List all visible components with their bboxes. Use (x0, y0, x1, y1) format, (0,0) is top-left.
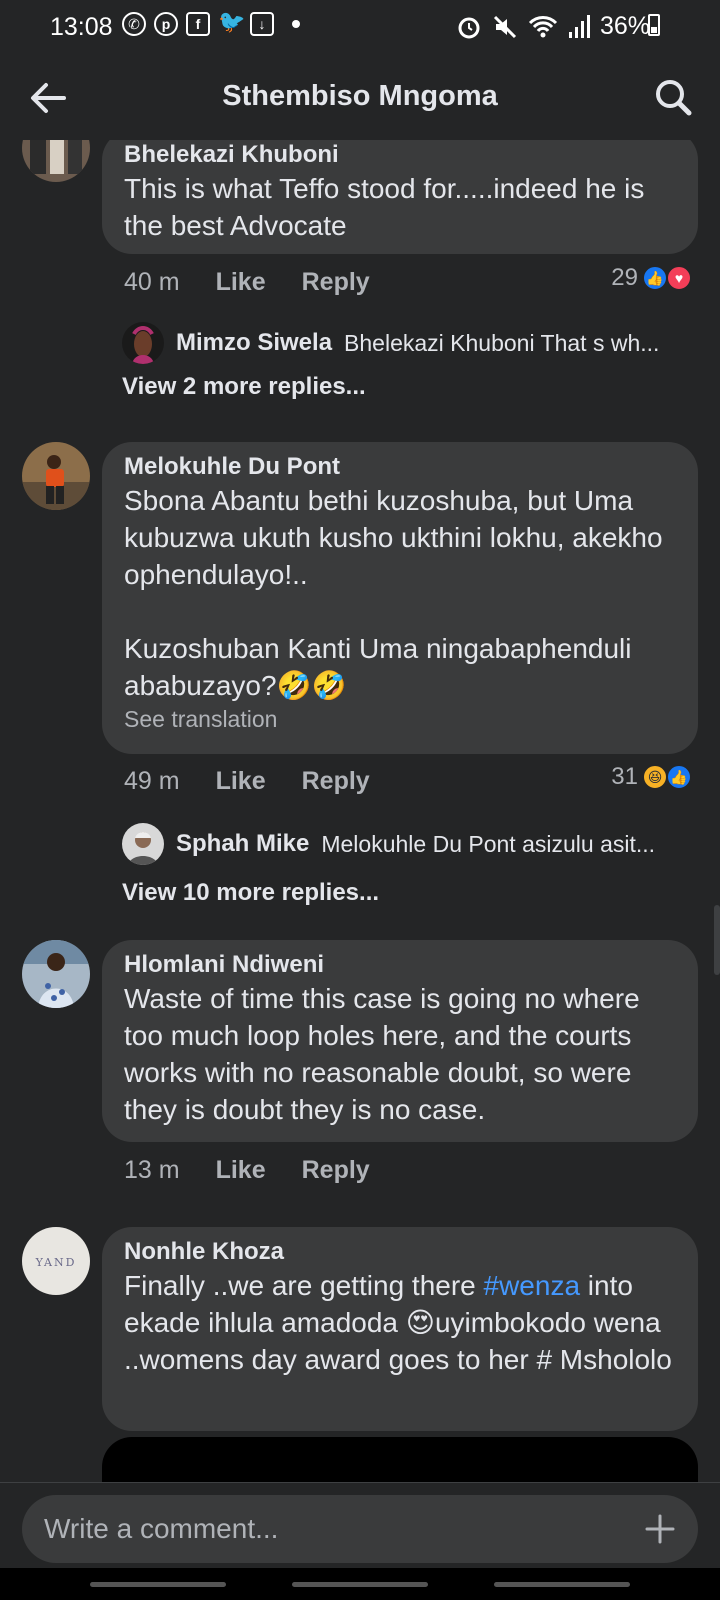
comment-time: 49 m (124, 767, 180, 795)
mute-icon (493, 15, 517, 38)
system-navigation-bar (0, 1568, 720, 1600)
notification-icons: ✆ p f 🐦 ↓ (122, 9, 300, 36)
top-app-bar: Sthembiso Mngoma (0, 54, 720, 140)
haha-reaction-icon: 😆 (642, 764, 668, 790)
comment-author[interactable]: Hlomlani Ndiweni (124, 950, 676, 980)
svg-text:YAND: YAND (35, 1256, 77, 1269)
comment-bubble[interactable]: Bhelekazi Khuboni This is what Teffo sto… (102, 140, 698, 254)
comment-bubble[interactable]: Nonhle Khoza Finally ..we are getting th… (102, 1227, 698, 1431)
like-reaction-icon: 👍 (642, 265, 668, 291)
status-bar: 13:08 ✆ p f 🐦 ↓ 36% (0, 0, 720, 54)
whatsapp-icon: ✆ (122, 12, 146, 36)
plus-icon[interactable] (644, 1513, 676, 1545)
view-more-replies-link[interactable]: View 10 more replies... (122, 879, 379, 907)
avatar[interactable]: YAND (22, 1227, 90, 1295)
battery-icon (648, 14, 660, 36)
reaction-count: 31 (611, 763, 638, 790)
reply-button[interactable]: Reply (302, 268, 370, 297)
comment-actions: 49 m Like Reply (124, 767, 370, 796)
system-icons: 36% (456, 12, 650, 41)
signal-icon (568, 14, 590, 38)
reply-button[interactable]: Reply (302, 1156, 370, 1185)
comment-text-part: Finally ..we are getting there (124, 1270, 484, 1301)
reply-preview[interactable]: Sphah Mike Melokuhle Du Pont asizulu asi… (122, 823, 692, 865)
love-reaction-icon: ♥ (666, 265, 692, 291)
comment-author[interactable]: Bhelekazi Khuboni (124, 140, 676, 170)
comment-composer[interactable] (22, 1495, 698, 1563)
reply-preview[interactable]: Mimzo Siwela Bhelekazi Khuboni That s wh… (122, 322, 692, 364)
comment-text: Finally ..we are getting there #wenza in… (124, 1267, 676, 1378)
reply-snippet: Melokuhle Du Pont asizulu asit... (321, 830, 656, 857)
page-title: Sthembiso Mngoma (222, 80, 498, 112)
wifi-icon (528, 15, 558, 37)
reply-author[interactable]: Sphah Mike (176, 830, 309, 858)
avatar[interactable] (22, 140, 90, 182)
more-notifications-dot (292, 20, 300, 28)
comment-author[interactable]: Nonhle Khoza (124, 1237, 676, 1267)
nav-recents-handle[interactable] (90, 1582, 226, 1587)
comment-composer-bar (0, 1482, 720, 1568)
comment-bubble[interactable]: Melokuhle Du Pont Sbona Abantu bethi kuz… (102, 442, 698, 754)
avatar[interactable] (122, 823, 164, 865)
battery-percent: 36% (599, 12, 650, 40)
status-time: 13:08 (50, 13, 113, 41)
facebook-download-icon: f (186, 12, 210, 36)
like-button[interactable]: Like (216, 1156, 266, 1185)
reactions-summary[interactable]: 29 👍 ♥ (611, 264, 692, 292)
like-reaction-icon: 👍 (666, 764, 692, 790)
comment-text: Waste of time this case is going no wher… (124, 983, 640, 1125)
comment-input[interactable] (44, 1495, 604, 1563)
comment-author[interactable]: Melokuhle Du Pont (124, 452, 676, 482)
nav-home-handle[interactable] (292, 1582, 428, 1587)
view-more-replies-link[interactable]: View 2 more replies... (122, 373, 366, 401)
comment-time: 40 m (124, 268, 180, 296)
avatar[interactable] (122, 322, 164, 364)
twitter-icon: 🐦 (218, 9, 246, 34)
avatar[interactable] (22, 442, 90, 510)
comment-bubble[interactable]: Hlomlani Ndiweni Waste of time this case… (102, 940, 698, 1142)
comment-time: 13 m (124, 1156, 180, 1184)
like-button[interactable]: Like (216, 767, 266, 796)
embedded-media-preview[interactable] (102, 1437, 698, 1482)
avatar[interactable] (22, 940, 90, 1008)
download-icon: ↓ (250, 12, 274, 36)
comments-list[interactable]: Bhelekazi Khuboni This is what Teffo sto… (0, 140, 720, 1482)
reply-snippet: Bhelekazi Khuboni That s wh... (344, 329, 660, 356)
comment-actions: 13 m Like Reply (124, 1156, 370, 1185)
reply-author[interactable]: Mimzo Siwela (176, 329, 332, 357)
comment-text: Sbona Abantu bethi kuzoshuba, but Uma ku… (124, 485, 663, 701)
alarm-icon (458, 17, 480, 38)
nav-back-handle[interactable] (494, 1582, 630, 1587)
comment-text: This is what Teffo stood for.....indeed … (124, 173, 645, 241)
like-button[interactable]: Like (216, 268, 266, 297)
comment-actions: 40 m Like Reply (124, 268, 370, 297)
see-translation-link[interactable]: See translation (124, 704, 676, 734)
reaction-count: 29 (611, 264, 638, 291)
pinterest-icon: p (154, 12, 178, 36)
hashtag-link[interactable]: #wenza (484, 1270, 581, 1301)
search-icon[interactable] (652, 76, 694, 118)
scrollbar[interactable] (714, 905, 720, 975)
reply-button[interactable]: Reply (302, 767, 370, 796)
reactions-summary[interactable]: 31 😆 👍 (611, 763, 692, 791)
